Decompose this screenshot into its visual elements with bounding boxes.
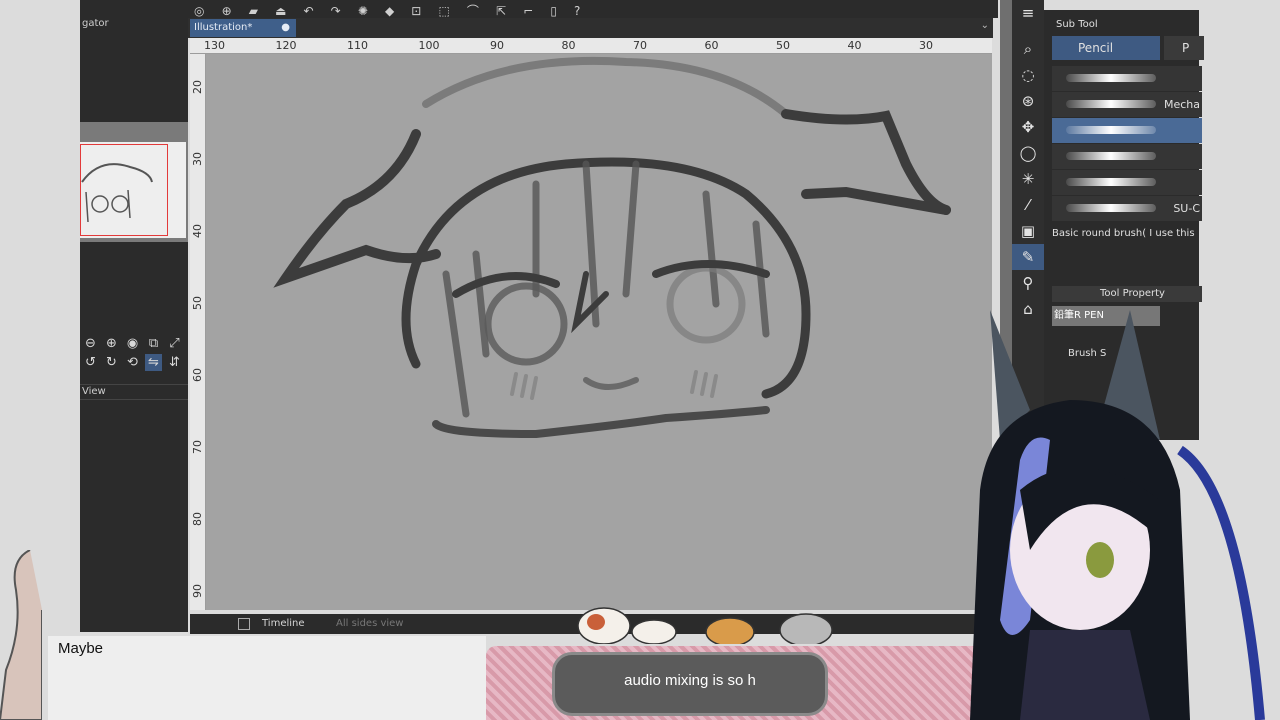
ruler-top-tick: 60 [704, 39, 719, 52]
ruler-left-tick: 90 [191, 584, 204, 598]
ruler-top: 130 120 110 100 90 80 70 60 50 40 30 [190, 38, 992, 54]
timeline-label[interactable]: Timeline [262, 614, 305, 634]
brush-stroke-preview [1066, 178, 1156, 186]
brush-item[interactable]: SU-C [1052, 196, 1202, 221]
ruler-left-tick: 60 [191, 368, 204, 382]
zoom-out-icon[interactable]: ⊖ [82, 335, 99, 352]
layer-icon[interactable]: ◎ [194, 3, 204, 19]
brush-item[interactable] [1052, 170, 1202, 195]
help-icon[interactable]: ? [574, 3, 580, 19]
save-icon[interactable]: ⏏ [275, 3, 286, 19]
brush-item[interactable]: Mecha [1052, 92, 1202, 117]
brush-stroke-preview [1066, 126, 1156, 134]
lasso-icon[interactable]: ⌒ [467, 3, 479, 19]
brush-description: Basic round brush( I use this [1052, 228, 1195, 239]
cats-decoration [577, 607, 833, 644]
cat-tail-decoration [0, 550, 42, 720]
ruler-left: 20 30 40 50 60 70 80 90 [190, 54, 206, 610]
ruler-top-tick: 40 [847, 39, 862, 52]
ruler-left-tick: 40 [191, 224, 204, 238]
flip-horizontal-icon[interactable]: ⇋ [145, 354, 162, 371]
ruler-left-tick: 50 [191, 296, 204, 310]
redo-icon[interactable]: ↷ [331, 3, 341, 19]
transform-icon[interactable]: ⊡ [411, 3, 421, 19]
brush-stroke-preview [1066, 152, 1156, 160]
brush-item-name: SU-C [1173, 202, 1200, 215]
pen-tool-icon[interactable]: ▣ [1012, 218, 1044, 244]
brush-item[interactable] [1052, 144, 1202, 169]
device-icon[interactable]: ▯ [550, 3, 557, 19]
subtitle-text-left: Maybe [58, 640, 104, 657]
sub-tool-tab-pencil[interactable]: Pencil [1052, 36, 1160, 60]
ruler-left-tick: 80 [191, 512, 204, 526]
fill-icon[interactable]: ◆ [385, 3, 394, 19]
document-tab-close[interactable]: ● [281, 19, 290, 37]
brush-item-name: Mecha [1163, 98, 1200, 111]
all-sides-view-label[interactable]: All sides view [336, 614, 403, 634]
ruler-top-tick: 30 [919, 39, 933, 52]
navigator-thumbnail[interactable] [80, 122, 188, 242]
ruler-left-tick: 30 [191, 152, 204, 166]
ruler-top-tick: 130 [204, 39, 225, 52]
reset-rotation-icon[interactable]: ⟲ [124, 354, 141, 371]
vtuber-avatar [970, 310, 1265, 720]
eyedropper-tool-icon[interactable]: ⁄ [1012, 192, 1044, 218]
sub-tool-tab-other[interactable]: P [1164, 36, 1204, 60]
ruler-top-tick: 100 [418, 39, 440, 52]
rotate-left-icon[interactable]: ↺ [82, 354, 99, 371]
navigator-view-label: View [80, 384, 188, 400]
auto-select-tool-icon[interactable]: ✳ [1012, 166, 1044, 192]
operation-tool-icon[interactable]: ◌ [1012, 62, 1044, 88]
undo-icon[interactable]: ↶ [304, 3, 314, 19]
selection-icon[interactable]: ⬚ [438, 3, 449, 19]
document-tab[interactable]: Illustration* ● [190, 19, 296, 37]
ruler-top-tick: 50 [776, 39, 790, 52]
zoom-tool-icon[interactable]: ⌕ [1012, 36, 1044, 62]
brush-stroke-preview [1066, 204, 1156, 212]
layer-move-tool-icon[interactable]: ⊛ [1012, 88, 1044, 114]
subtitle-text-bubble: audio mixing is so h [624, 672, 756, 689]
ruler-top-tick: 110 [347, 39, 368, 52]
brush-stroke-preview [1066, 74, 1156, 82]
navigator-panel: gator ⊖ ⊕ ◉ ⧉ ⤢ ↺ ↻ ⟲ ⇋ ⇵ View [80, 0, 188, 632]
move-tool-icon[interactable]: ✥ [1012, 114, 1044, 140]
chevron-down-icon[interactable]: ⌄ [981, 20, 989, 31]
subtitle-panel-left [48, 636, 486, 720]
fit-window-icon[interactable]: ⤢ [166, 335, 183, 352]
navigator-title: gator [82, 18, 109, 29]
arrow-icon[interactable]: ⇱ [496, 3, 506, 19]
ruler-top-tick: 120 [275, 39, 297, 52]
ruler-top-tick: 80 [561, 39, 576, 52]
sketch-drawing [273, 56, 951, 439]
ruler-top-tick: 90 [490, 39, 504, 52]
ruler-top-tick: 70 [633, 39, 647, 52]
sub-tool-header: Sub Tool [1056, 19, 1098, 30]
rotate-right-icon[interactable]: ↻ [103, 354, 120, 371]
brush-stroke-preview [1066, 100, 1156, 108]
zoom-in-icon[interactable]: ⊕ [103, 335, 120, 352]
lasso-tool-icon[interactable]: ◯ [1012, 140, 1044, 166]
navigator-toolbar: ⊖ ⊕ ◉ ⧉ ⤢ ↺ ↻ ⟲ ⇋ ⇵ [80, 334, 188, 380]
ruler-left-tick: 20 [191, 80, 204, 94]
brush-item[interactable] [1052, 66, 1202, 91]
timeline-icon[interactable] [238, 618, 250, 630]
ruler-icon[interactable]: ⌐ [523, 3, 533, 19]
pencil-tool-icon[interactable]: ✎ [1012, 244, 1044, 270]
brush-item-selected[interactable] [1052, 118, 1202, 143]
document-tab-strip: ⌄ [188, 18, 993, 38]
open-folder-icon[interactable]: ▰ [249, 3, 258, 19]
loading-icon[interactable]: ✺ [358, 3, 368, 19]
tool-column-menu-icon: ≡ [1021, 4, 1035, 22]
navigator-viewport-box[interactable] [80, 144, 168, 236]
fit-icon[interactable]: ◉ [124, 335, 141, 352]
document-tab-label: Illustration* [194, 22, 253, 33]
new-file-icon[interactable]: ⊕ [222, 3, 232, 19]
ruler-left-tick: 70 [191, 440, 204, 454]
flip-vertical-icon[interactable]: ⇵ [166, 354, 183, 371]
actual-size-icon[interactable]: ⧉ [145, 335, 162, 352]
drawing-canvas[interactable] [206, 54, 992, 610]
command-bar: ◎ ⊕ ▰ ⏏ ↶ ↷ ✺ ◆ ⊡ ⬚ ⌒ ⇱ ⌐ ▯ ? [188, 0, 998, 18]
